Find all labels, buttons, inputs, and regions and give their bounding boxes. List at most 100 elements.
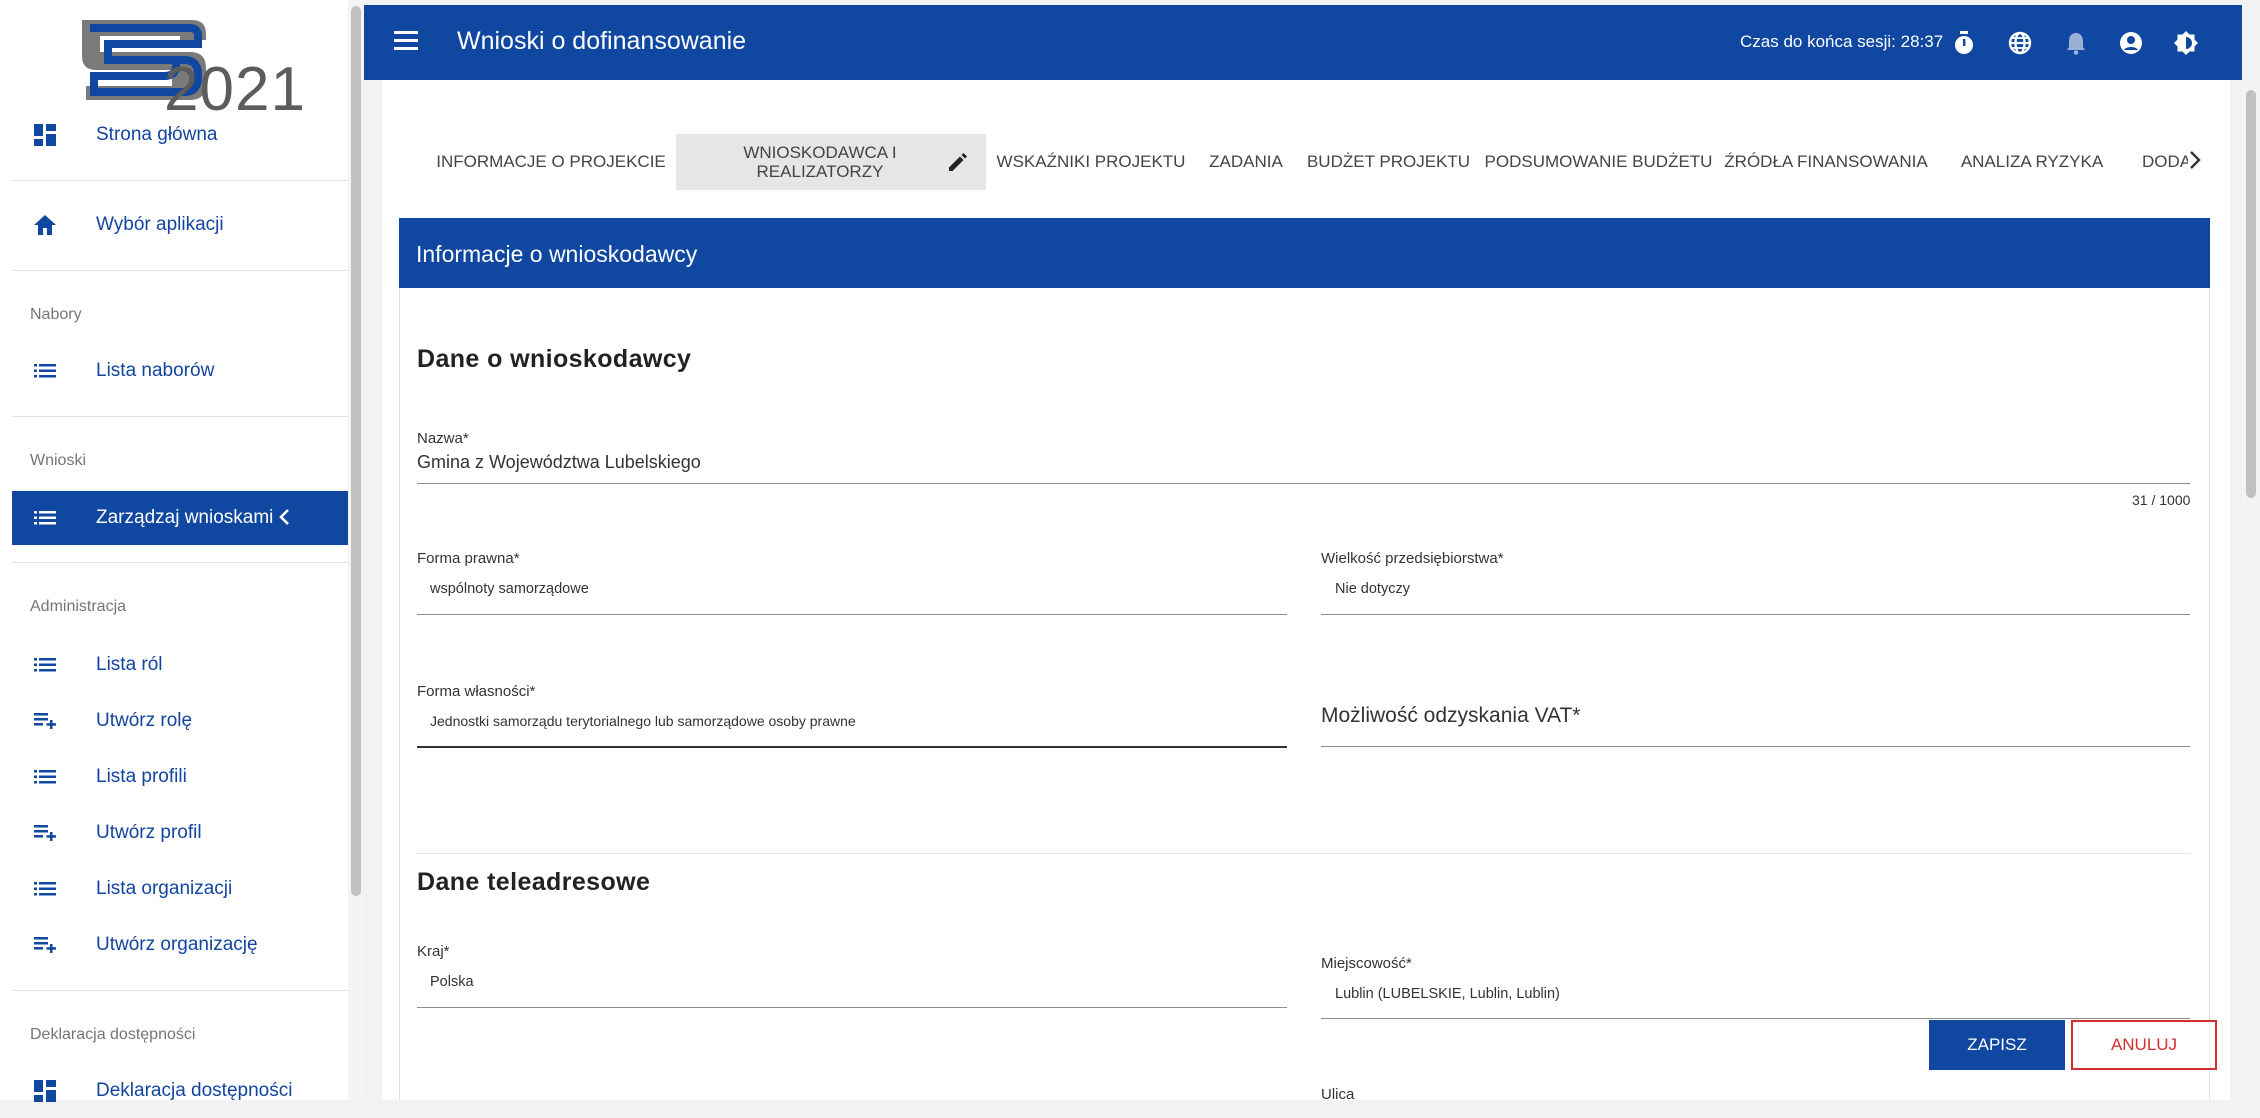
sidebar-item-label: Utwórz profil <box>96 822 202 843</box>
main-scrollbar-thumb[interactable] <box>2246 90 2256 498</box>
divider <box>12 270 348 271</box>
edit-icon <box>946 150 970 174</box>
sidebar-item-label: Deklaracja dostępności <box>96 1080 293 1101</box>
tab-zadania[interactable]: ZADANIA <box>1196 134 1296 190</box>
language-icon[interactable] <box>2006 29 2034 57</box>
tab-zrodla-finansowania[interactable]: ŹRÓDŁA FINANSOWANIA <box>1716 134 1936 190</box>
miejscowosc-underline <box>1321 1018 2190 1019</box>
forma-wlasnosci-label: Forma własności* <box>417 683 536 700</box>
panel-header: Informacje o wnioskodawcy <box>399 218 2210 288</box>
ulica-label: Ulica <box>1321 1086 1355 1103</box>
wielkosc-przedsiebiorstwa-select[interactable]: Nie dotyczy <box>1335 581 1410 597</box>
list-icon <box>32 505 58 531</box>
forma-wlasnosci-select[interactable]: Jednostki samorządu terytorialnego lub s… <box>430 713 856 729</box>
sidebar-item-label: Strona główna <box>96 124 218 145</box>
playlist-add-icon <box>32 708 58 734</box>
tab-wnioskodawca-i-realizatorzy[interactable]: WNIOSKODAWCA I REALIZATORZY <box>676 134 986 190</box>
section-title-administracja: Administracja <box>30 598 127 615</box>
sidebar-item-zarzadzaj-wnioskami[interactable]: Zarządzaj wnioskami <box>12 491 348 545</box>
miejscowosc-label: Miejscowość* <box>1321 955 1412 972</box>
list-icon <box>32 876 58 902</box>
sidebar-item-label: Lista ról <box>96 654 163 675</box>
tab-label-line2: REALIZATORZY <box>756 162 884 181</box>
nazwa-underline <box>417 483 2190 484</box>
sidebar: 2021 Strona główna Wybór aplikacji Nabor… <box>0 0 364 1102</box>
sidebar-scrollbar-thumb[interactable] <box>351 6 361 896</box>
list-icon <box>32 652 58 678</box>
sidebar-item-lista-naborow[interactable]: Lista naborów <box>12 344 348 398</box>
list-icon <box>32 358 58 384</box>
panel-title: Informacje o wnioskodawcy <box>416 241 698 267</box>
nazwa-field[interactable]: Gmina z Województwa Lubelskiego <box>417 452 701 473</box>
timer-icon[interactable] <box>1950 29 1978 57</box>
playlist-add-icon <box>32 932 58 958</box>
vat-select[interactable]: Możliwość odzyskania VAT* <box>1321 704 1580 728</box>
theme-icon[interactable] <box>2172 29 2200 57</box>
chevron-left-icon <box>278 508 290 531</box>
list-icon <box>32 764 58 790</box>
cancel-button[interactable]: ANULUJ <box>2071 1020 2217 1070</box>
sidebar-item-deklaracja-dostepnosci[interactable]: Deklaracja dostępności <box>12 1064 348 1118</box>
tab-budzet-projektu[interactable]: BUDŻET PROJEKTU <box>1296 134 1481 190</box>
dashboard-icon <box>32 122 58 148</box>
sidebar-item-label: Utwórz rolę <box>96 710 193 731</box>
sidebar-item-utworz-role[interactable]: Utwórz rolę <box>12 694 348 748</box>
sidebar-item-strona-glowna[interactable]: Strona główna <box>12 108 348 162</box>
save-button[interactable]: ZAPISZ <box>1929 1020 2065 1070</box>
sidebar-item-utworz-organizacje[interactable]: Utwórz organizację <box>12 918 348 972</box>
account-icon[interactable] <box>2117 29 2145 57</box>
page-title: Wnioski o dofinansowanie <box>457 27 747 55</box>
vat-underline <box>1321 746 2190 747</box>
app-logo[interactable]: 2021 <box>72 14 305 124</box>
section-heading-dane-o-wnioskodawcy: Dane o wnioskodawcy <box>417 345 692 373</box>
sidebar-item-label: Utwórz organizację <box>96 934 258 955</box>
notifications-icon[interactable] <box>2062 29 2090 57</box>
sidebar-item-label: Zarządzaj wnioskami <box>96 507 274 528</box>
sidebar-item-lista-organizacji[interactable]: Lista organizacji <box>12 862 348 916</box>
tab-label-line1: WNIOSKODAWCA I <box>743 143 897 162</box>
tab-dodatkowe[interactable]: DODAT <box>2128 134 2188 190</box>
sidebar-item-label: Lista organizacji <box>96 878 233 899</box>
menu-icon[interactable] <box>394 31 418 53</box>
tab-label: WNIOSKODAWCA I REALIZATORZY <box>743 143 896 181</box>
tab-informacje-o-projekcie[interactable]: INFORMACJE O PROJEKCIE <box>426 134 676 190</box>
section-title-nabory: Nabory <box>30 306 82 323</box>
char-counter: 31 / 1000 <box>2132 492 2191 508</box>
tab-wskazniki-projektu[interactable]: WSKAŹNIKI PROJEKTU <box>986 134 1196 190</box>
sidebar-item-label: Wybór aplikacji <box>96 214 224 235</box>
sidebar-item-lista-profili[interactable]: Lista profili <box>12 750 348 804</box>
forma-prawna-underline <box>417 614 1287 615</box>
sidebar-item-wybor-aplikacji[interactable]: Wybór aplikacji <box>12 198 348 252</box>
section-title-wnioski: Wnioski <box>30 452 87 469</box>
forma-prawna-select[interactable]: wspólnoty samorządowe <box>430 581 589 597</box>
session-timer-text: Czas do końca sesji: 28:37 <box>1740 32 1944 51</box>
chevron-right-icon[interactable] <box>2188 150 2208 174</box>
sidebar-item-utworz-profil[interactable]: Utwórz profil <box>12 806 348 860</box>
home-icon <box>32 212 58 238</box>
divider <box>12 180 348 181</box>
section-divider <box>417 853 2190 854</box>
tab-analiza-ryzyka[interactable]: ANALIZA RYZYKA <box>1936 134 2128 190</box>
dashboard-icon <box>32 1078 58 1104</box>
divider <box>12 990 348 991</box>
wielkosc-underline <box>1321 614 2190 615</box>
kraj-select[interactable]: Polska <box>430 974 474 990</box>
kraj-label: Kraj* <box>417 943 450 960</box>
section-heading-dane-teleadresowe: Dane teleadresowe <box>417 868 651 896</box>
panel-body <box>399 288 2210 1100</box>
divider <box>12 416 348 417</box>
nazwa-label: Nazwa* <box>417 430 469 447</box>
forma-wlasnosci-underline <box>417 746 1287 748</box>
kraj-underline <box>417 1007 1287 1008</box>
sidebar-item-label: Lista naborów <box>96 360 215 381</box>
sidebar-item-label: Lista profili <box>96 766 187 787</box>
tab-bar: INFORMACJE O PROJEKCIE WNIOSKODAWCA I RE… <box>426 134 2188 190</box>
forma-prawna-label: Forma prawna* <box>417 550 520 567</box>
playlist-add-icon <box>32 820 58 846</box>
tab-podsumowanie-budzetu[interactable]: PODSUMOWANIE BUDŻETU <box>1481 134 1716 190</box>
sidebar-item-lista-rol[interactable]: Lista ról <box>12 638 348 692</box>
top-app-bar: Wnioski o dofinansowanie Czas do końca s… <box>364 5 2242 80</box>
miejscowosc-select[interactable]: Lublin (LUBELSKIE, Lublin, Lublin) <box>1335 986 1560 1002</box>
section-title-deklaracja: Deklaracja dostępności <box>30 1026 196 1043</box>
divider <box>12 562 348 563</box>
